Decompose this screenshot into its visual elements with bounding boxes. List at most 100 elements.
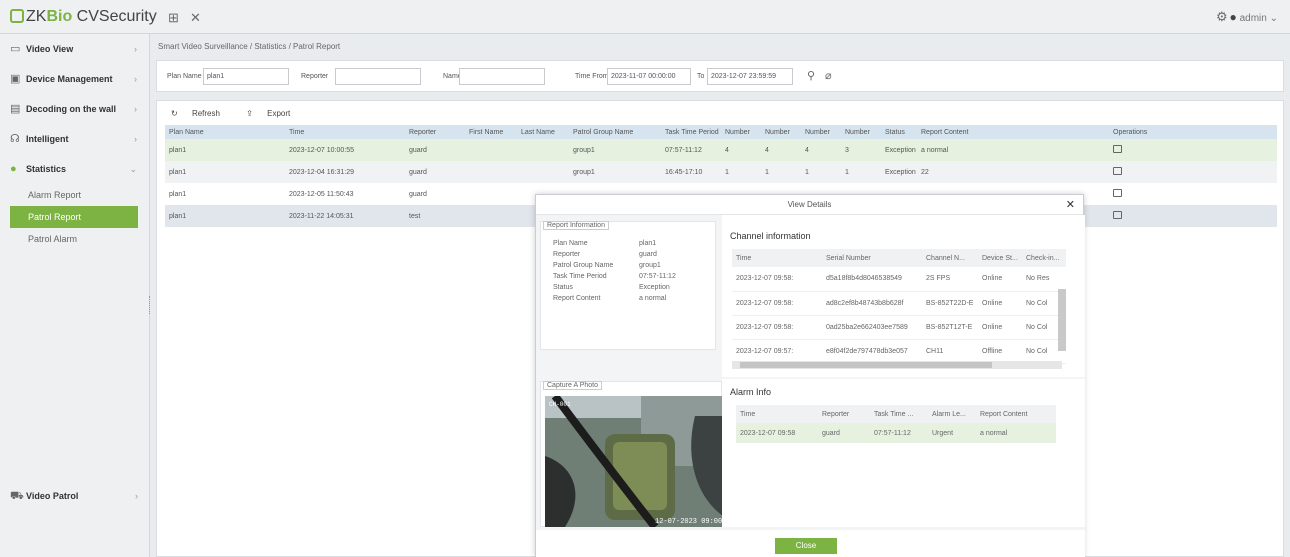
view-details-icon[interactable] — [1113, 167, 1122, 175]
column-header[interactable]: First Name — [465, 125, 517, 139]
info-value: guard — [639, 251, 657, 258]
cell: No Res — [1022, 267, 1066, 292]
dialog-body: Report Information Plan Name plan1 Report… — [536, 215, 1085, 530]
sidebar-item-video-patrol[interactable]: ⛟ Video Patrol › — [0, 481, 150, 511]
column-header[interactable]: Alarm Le... — [928, 405, 976, 423]
info-key: Plan Name — [553, 240, 588, 247]
export-button[interactable]: ⇪ Export — [246, 109, 302, 118]
time-to-input[interactable]: 2023-12-07 23:59:59 — [707, 68, 793, 85]
close-icon[interactable]: ✕ — [1066, 198, 1075, 211]
table-row[interactable]: 2023-12-07 09:58: ad8c2ef8b48743b8b628f BS… — [732, 291, 1066, 316]
brand-highlight: Bio — [46, 8, 73, 25]
column-header[interactable]: Reporter — [405, 125, 465, 139]
channel-information: Channel information Time Serial Number C… — [722, 215, 1085, 377]
column-header[interactable]: Channel N... — [922, 249, 978, 267]
table-row[interactable]: plan1 2023-12-07 10:00:55 guard group1 0… — [165, 139, 1277, 161]
column-header[interactable]: Last Name — [517, 125, 569, 139]
column-header[interactable]: Time — [732, 249, 822, 267]
column-header[interactable]: Plan Name — [165, 125, 285, 139]
settings-icon[interactable]: ⚙ — [1216, 9, 1228, 25]
captured-photo[interactable]: CH-001 12-07-2023 09:00 — [545, 396, 723, 527]
sidebar-item-label: Statistics — [26, 164, 67, 174]
column-header[interactable]: Time — [736, 405, 818, 423]
view-details-icon[interactable] — [1113, 145, 1122, 153]
table-toolbar: ↻ Refresh ⇪ Export — [171, 109, 314, 118]
search-icon[interactable]: ⚲ — [807, 69, 815, 82]
cell: a normal — [917, 139, 1109, 161]
plan-name-label: Plan Name — [167, 73, 202, 80]
table-row[interactable]: plan1 2023-12-04 16:31:29 guard group1 1… — [165, 161, 1277, 183]
column-header[interactable]: Reporter — [818, 405, 870, 423]
sidebar-bottom: ⛟ Video Patrol › — [0, 481, 150, 511]
scrollbar-thumb[interactable] — [740, 362, 992, 368]
sidebar-sub-patrol-alarm[interactable]: Patrol Alarm — [0, 228, 149, 250]
cell: 2023-12-07 09:57: — [732, 339, 822, 364]
column-header[interactable]: Number — [801, 125, 841, 139]
cell: 4 — [721, 139, 761, 161]
table-row[interactable]: 2023-12-07 09:58 guard 07:57-11:12 Urgent a … — [736, 423, 1056, 443]
column-header[interactable]: Task Time ... — [870, 405, 928, 423]
sidebar-item-label: Video Patrol — [26, 491, 79, 501]
time-from-label: Time From — [575, 73, 609, 80]
table-row[interactable]: 2023-12-07 09:58: 0ad25ba2e662403ee7589 BS… — [732, 315, 1066, 340]
decoding-icon: ▤ — [10, 103, 21, 115]
cell: 1 — [841, 161, 881, 183]
cell: 1 — [761, 161, 801, 183]
close-button[interactable]: Close — [775, 538, 837, 554]
sidebar-item-video-view[interactable]: ▭ Video View › — [0, 34, 149, 64]
clear-filter-icon[interactable]: ⌀ — [825, 69, 832, 82]
column-header[interactable]: Time — [285, 125, 405, 139]
table-row[interactable]: 2023-12-07 09:57: e8f04f2de797478db3e057 C… — [732, 339, 1066, 364]
cell: 07:57-11:12 — [870, 423, 928, 443]
sidebar-sub-patrol-report[interactable]: Patrol Report — [10, 206, 138, 228]
info-key: Reporter — [553, 251, 581, 258]
time-from-input[interactable]: 2023-11-07 00:00:00 — [607, 68, 691, 85]
column-header[interactable]: Report Content — [917, 125, 1109, 139]
top-bar: ZKBio CVSecurity ⊞ ✕ ⚙ ● admin ⌄ — [0, 0, 1290, 34]
sidebar-item-intelligent[interactable]: ☊ Intelligent › — [0, 124, 149, 154]
view-details-icon[interactable] — [1113, 211, 1122, 219]
cell: plan1 — [165, 139, 285, 161]
cell — [517, 139, 569, 161]
sidebar-item-statistics[interactable]: ● Statistics ⌄ — [0, 154, 149, 184]
chevron-right-icon: › — [135, 491, 138, 501]
cell: Offline — [978, 339, 1022, 364]
cell: 22 — [917, 161, 1109, 183]
view-details-icon[interactable] — [1113, 189, 1122, 197]
column-header[interactable]: Report Content — [976, 405, 1056, 423]
grid-menu-icon[interactable]: ⊞ — [168, 10, 179, 26]
cell: CH11 — [922, 339, 978, 364]
sidebar-item-decoding[interactable]: ▤ Decoding on the wall › — [0, 94, 149, 124]
column-header[interactable]: Serial Number — [822, 249, 922, 267]
column-header[interactable]: Number — [841, 125, 881, 139]
sidebar-item-device-management[interactable]: ▣ Device Management › — [0, 64, 149, 94]
channel-header-row: Time Serial Number Channel N... Device S… — [732, 249, 1066, 267]
refresh-icon: ↻ — [171, 109, 178, 118]
column-header[interactable]: Task Time Period — [661, 125, 721, 139]
column-header[interactable]: Status — [881, 125, 917, 139]
column-header[interactable]: Patrol Group Name — [569, 125, 661, 139]
sidebar-item-label: Decoding on the wall — [26, 104, 117, 114]
column-header[interactable]: Device St... — [978, 249, 1022, 267]
user-avatar-icon: ● — [1229, 10, 1237, 24]
operations-cell — [1109, 161, 1277, 183]
refresh-button[interactable]: ↻ Refresh — [171, 109, 232, 118]
info-key: Patrol Group Name — [553, 262, 614, 269]
column-header[interactable]: Check-in... — [1022, 249, 1066, 267]
sidebar-sub-alarm-report[interactable]: Alarm Report — [0, 184, 149, 206]
info-value: plan1 — [639, 240, 657, 247]
channel-vertical-scrollbar[interactable] — [1058, 289, 1066, 351]
chevron-right-icon: › — [134, 134, 137, 144]
plan-name-input[interactable]: plan1 — [203, 68, 289, 85]
name-input[interactable] — [459, 68, 545, 85]
column-header[interactable]: Number — [721, 125, 761, 139]
column-header: Operations — [1109, 125, 1277, 139]
reporter-input[interactable] — [335, 68, 421, 85]
table-row[interactable]: 2023-12-07 09:58: d5a18f8b4d8046538549 2S … — [732, 267, 1066, 292]
cell: group1 — [569, 161, 661, 183]
capture-photo-title: Capture A Photo — [543, 381, 602, 390]
collapse-icon[interactable]: ✕ — [190, 10, 201, 26]
column-header[interactable]: Number — [761, 125, 801, 139]
channel-horizontal-scrollbar[interactable] — [732, 361, 1062, 369]
user-menu[interactable]: ● admin ⌄ — [1230, 10, 1278, 24]
